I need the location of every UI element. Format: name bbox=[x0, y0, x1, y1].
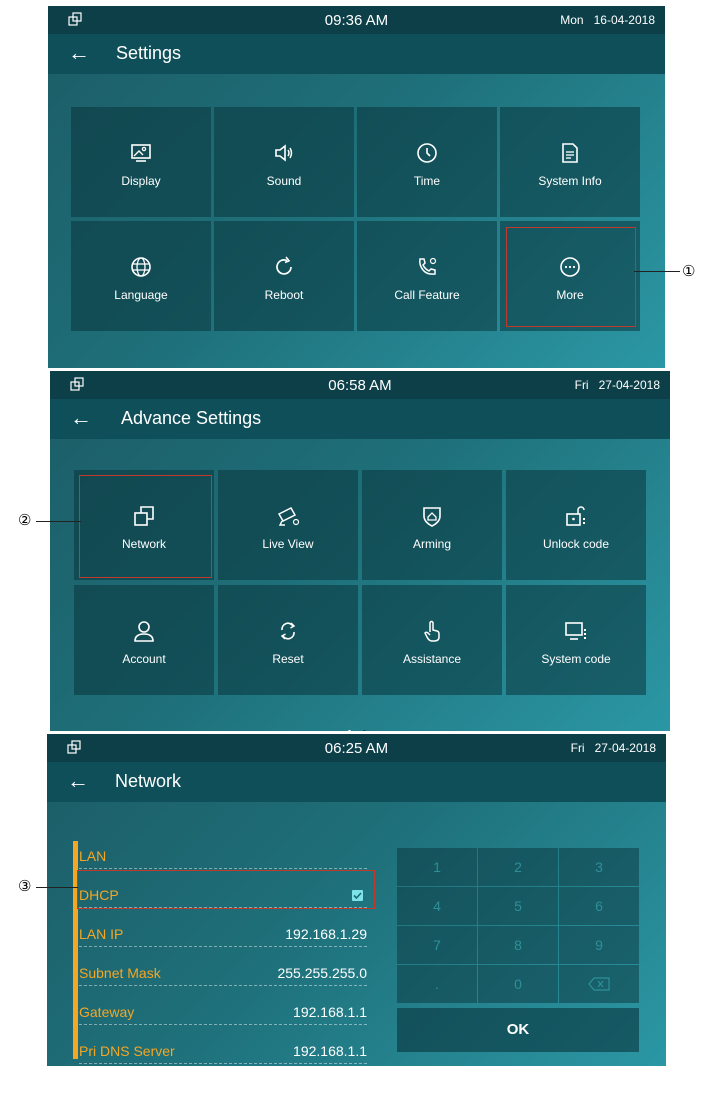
callout-line bbox=[36, 887, 78, 888]
ok-button[interactable]: OK bbox=[397, 1008, 639, 1052]
phone-gear-icon bbox=[419, 257, 437, 275]
lan-section-header: LAN bbox=[79, 844, 367, 869]
key-9[interactable]: 9 bbox=[559, 926, 639, 964]
page-dot-active[interactable] bbox=[348, 730, 351, 731]
lan-ip-row[interactable]: LAN IP 192.168.1.29 bbox=[79, 922, 367, 947]
tile-label: Account bbox=[122, 652, 166, 666]
settings-screen: 09:36 AM Mon 16-04-2018 ← Settings Displa… bbox=[48, 6, 665, 368]
tile-unlock-code[interactable]: Unlock code bbox=[506, 470, 646, 580]
tile-call-feature[interactable]: Call Feature bbox=[357, 221, 497, 331]
tile-reset[interactable]: Reset bbox=[218, 585, 358, 695]
key-7[interactable]: 7 bbox=[397, 926, 477, 964]
highlight-box bbox=[79, 475, 212, 578]
tile-label: Language bbox=[114, 288, 168, 302]
tile-display[interactable]: Display bbox=[71, 107, 211, 217]
status-bar: 09:36 AM Mon 16-04-2018 bbox=[48, 6, 665, 34]
callout-marker-1: ① bbox=[682, 263, 696, 280]
camera-icon bbox=[277, 507, 300, 526]
callout-marker-2: ② bbox=[18, 512, 32, 529]
dns-server-row[interactable]: Pri DNS Server 192.168.1.1 bbox=[79, 1039, 367, 1064]
monitor-icon bbox=[565, 622, 586, 640]
tile-label: Reboot bbox=[264, 288, 304, 302]
tile-label: System Info bbox=[538, 174, 602, 188]
key-8[interactable]: 8 bbox=[478, 926, 558, 964]
date-display: Mon 16-04-2018 bbox=[560, 13, 655, 27]
user-icon bbox=[134, 621, 154, 642]
tile-label: System code bbox=[541, 652, 611, 666]
tile-live-view[interactable]: Live View bbox=[218, 470, 358, 580]
page-title: Settings bbox=[116, 43, 182, 63]
subnet-mask-row[interactable]: Subnet Mask 255.255.255.0 bbox=[79, 961, 367, 986]
status-bar: 06:58 AM Fri 27-04-2018 bbox=[50, 371, 670, 399]
title-bar: ← Network bbox=[47, 762, 666, 802]
tile-arming[interactable]: Arming bbox=[362, 470, 502, 580]
globe-icon bbox=[131, 257, 151, 277]
gateway-value: 192.168.1.1 bbox=[293, 1004, 367, 1020]
backspace-key[interactable] bbox=[559, 965, 639, 1003]
page-title: Advance Settings bbox=[121, 408, 262, 428]
key-6[interactable]: 6 bbox=[559, 887, 639, 925]
back-arrow-icon[interactable]: ← bbox=[68, 40, 90, 66]
callout-line bbox=[36, 521, 81, 522]
tile-label: Time bbox=[413, 174, 441, 188]
date-display: Fri 27-04-2018 bbox=[570, 741, 656, 755]
date-display: Fri 27-04-2018 bbox=[574, 378, 660, 392]
highlight-box bbox=[77, 870, 375, 909]
subnet-mask-value: 255.255.255.0 bbox=[277, 965, 367, 981]
tile-label: Assistance bbox=[402, 652, 462, 666]
tile-label: Unlock code bbox=[542, 537, 610, 551]
back-arrow-icon[interactable]: ← bbox=[67, 768, 89, 794]
tile-assistance[interactable]: Assistance bbox=[362, 585, 502, 695]
title-bar: ← Settings bbox=[48, 34, 665, 74]
page-dot[interactable] bbox=[363, 730, 367, 731]
callout-marker-3: ③ bbox=[18, 878, 32, 895]
hand-icon bbox=[424, 620, 440, 642]
highlight-box bbox=[506, 227, 636, 327]
status-bar: 06:25 AM Fri 27-04-2018 bbox=[47, 734, 666, 762]
network-screen: 06:25 AM Fri 27-04-2018 ← Network LAN DHC… bbox=[47, 734, 666, 1066]
key-0[interactable]: 0 bbox=[478, 965, 558, 1003]
tile-system-info[interactable]: System Info bbox=[500, 107, 640, 217]
key-4[interactable]: 4 bbox=[397, 887, 477, 925]
tile-language[interactable]: Language bbox=[71, 221, 211, 331]
key-3[interactable]: 3 bbox=[559, 848, 639, 886]
tile-system-code[interactable]: System code bbox=[506, 585, 646, 695]
title-bar: ← Advance Settings bbox=[50, 399, 670, 439]
page-title: Network bbox=[115, 771, 182, 791]
advance-settings-screen: 06:58 AM Fri 27-04-2018 ← Advance Setting… bbox=[50, 371, 670, 731]
callout-line bbox=[634, 271, 680, 272]
page-indicator bbox=[348, 720, 367, 731]
tile-label: Display bbox=[121, 174, 161, 188]
tile-label: Live View bbox=[262, 537, 314, 551]
tile-label: Arming bbox=[412, 537, 451, 551]
document-icon bbox=[562, 143, 578, 163]
back-arrow-icon[interactable]: ← bbox=[70, 405, 92, 431]
tile-time[interactable]: Time bbox=[357, 107, 497, 217]
key-dot[interactable]: . bbox=[397, 965, 477, 1003]
sound-icon bbox=[275, 144, 293, 162]
key-1[interactable]: 1 bbox=[397, 848, 477, 886]
tile-label: Sound bbox=[266, 174, 302, 188]
reboot-icon bbox=[276, 256, 292, 275]
key-5[interactable]: 5 bbox=[478, 887, 558, 925]
clock-icon bbox=[417, 143, 437, 163]
key-2[interactable]: 2 bbox=[478, 848, 558, 886]
tile-account[interactable]: Account bbox=[74, 585, 214, 695]
unlock-icon bbox=[566, 506, 585, 526]
gateway-row[interactable]: Gateway 192.168.1.1 bbox=[79, 1000, 367, 1025]
tile-reboot[interactable]: Reboot bbox=[214, 221, 354, 331]
lan-ip-value: 192.168.1.29 bbox=[285, 926, 367, 942]
tile-label: Call Feature bbox=[394, 288, 460, 302]
tile-sound[interactable]: Sound bbox=[214, 107, 354, 217]
backspace-icon bbox=[588, 977, 610, 991]
dns-server-value: 192.168.1.1 bbox=[293, 1043, 367, 1059]
display-icon bbox=[131, 144, 151, 162]
tile-label: Reset bbox=[272, 652, 304, 666]
shield-icon bbox=[423, 507, 441, 527]
reset-icon bbox=[280, 622, 296, 640]
